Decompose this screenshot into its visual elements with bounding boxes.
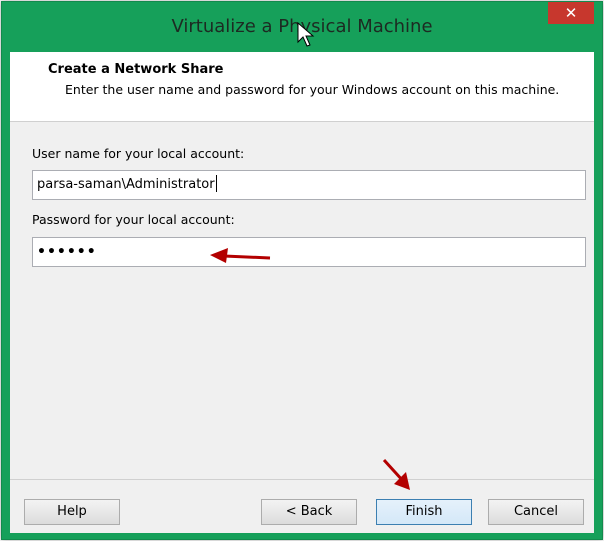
dialog-body: Create a Network Share Enter the user na…: [10, 52, 594, 533]
finish-button[interactable]: Finish: [376, 499, 472, 525]
username-label: User name for your local account:: [32, 146, 245, 161]
back-button[interactable]: < Back: [261, 499, 357, 525]
dialog-window: Virtualize a Physical Machine ✕ Create a…: [1, 1, 603, 540]
password-value: ••••••: [37, 244, 97, 260]
close-button[interactable]: ✕: [548, 2, 594, 24]
page-title: Create a Network Share: [48, 62, 224, 77]
username-value: parsa-saman\Administrator: [37, 177, 215, 192]
password-label: Password for your local account:: [32, 212, 235, 227]
wizard-header: Create a Network Share Enter the user na…: [10, 52, 594, 122]
annotation-arrow-left-icon: [210, 248, 271, 263]
button-bar: Help < Back Finish Cancel: [10, 479, 594, 534]
mouse-pointer-icon: [297, 22, 315, 47]
text-caret: [215, 174, 217, 192]
help-button[interactable]: Help: [24, 499, 120, 525]
cancel-button[interactable]: Cancel: [488, 499, 584, 525]
password-field[interactable]: ••••••: [32, 237, 586, 267]
annotation-arrow-down-icon: [382, 458, 410, 490]
username-field[interactable]: parsa-saman\Administrator: [32, 170, 586, 200]
close-icon: ✕: [564, 4, 578, 22]
page-description: Enter the user name and password for you…: [65, 82, 560, 97]
